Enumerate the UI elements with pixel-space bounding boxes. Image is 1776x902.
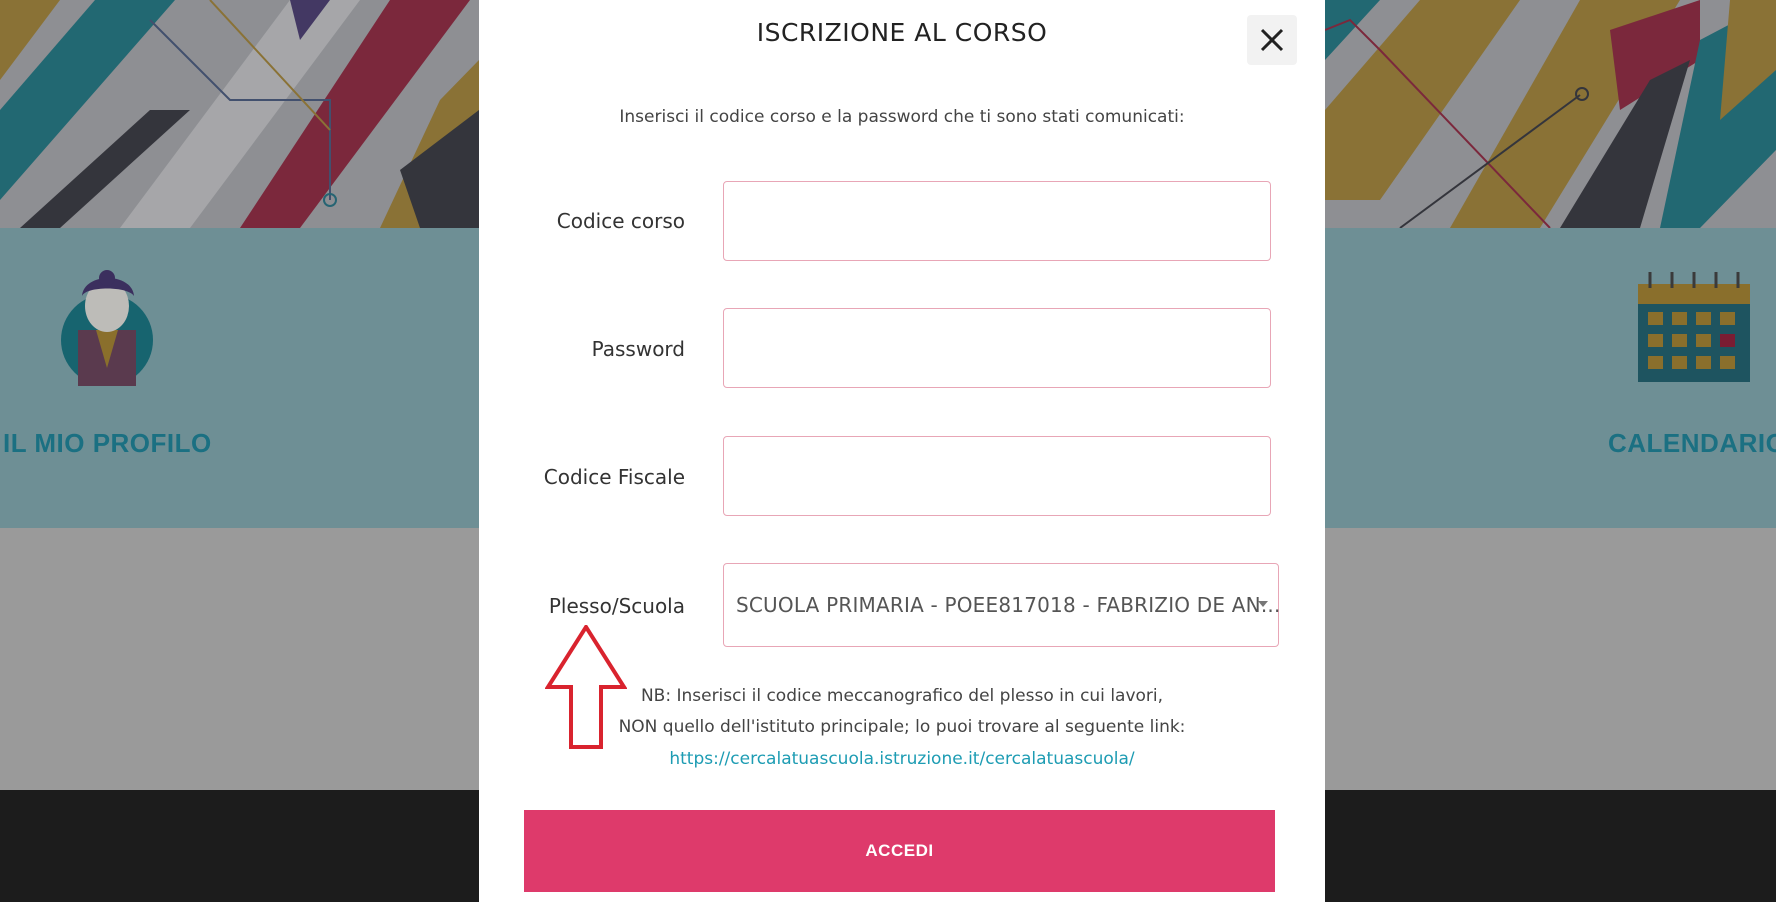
school-label: Plesso/Scuola <box>548 594 685 618</box>
password-input[interactable] <box>723 308 1271 388</box>
close-icon <box>1260 28 1284 52</box>
school-select-value: SCUOLA PRIMARIA - POEE817018 - FABRIZIO … <box>736 593 1281 617</box>
instruction-text: Inserisci il codice corso e la password … <box>619 107 1185 127</box>
enroll-course-modal: ISCRIZIONE AL CORSO Inserisci il codice … <box>479 0 1325 902</box>
course-code-input[interactable] <box>723 181 1271 261</box>
caret-down-icon <box>1258 601 1268 607</box>
school-search-link[interactable]: https://cercalatuascuola.istruzione.it/c… <box>479 749 1325 769</box>
profile-card-label[interactable]: IL MIO PROFILO <box>3 428 212 459</box>
school-select[interactable]: SCUOLA PRIMARIA - POEE817018 - FABRIZIO … <box>723 563 1281 647</box>
calendar-icon <box>1638 272 1750 382</box>
modal-title: ISCRIZIONE AL CORSO <box>756 18 1048 47</box>
annotation-arrow-icon <box>545 625 627 749</box>
close-button[interactable] <box>1247 15 1297 65</box>
calendar-card-label[interactable]: CALENDARIO <box>1608 428 1776 459</box>
avatar-icon <box>61 270 153 386</box>
tax-code-input[interactable] <box>723 436 1271 516</box>
accedi-button[interactable]: ACCEDI <box>524 810 1275 892</box>
course-code-label: Codice corso <box>556 209 685 233</box>
tax-code-label: Codice Fiscale <box>543 465 685 489</box>
password-label: Password <box>591 337 685 361</box>
